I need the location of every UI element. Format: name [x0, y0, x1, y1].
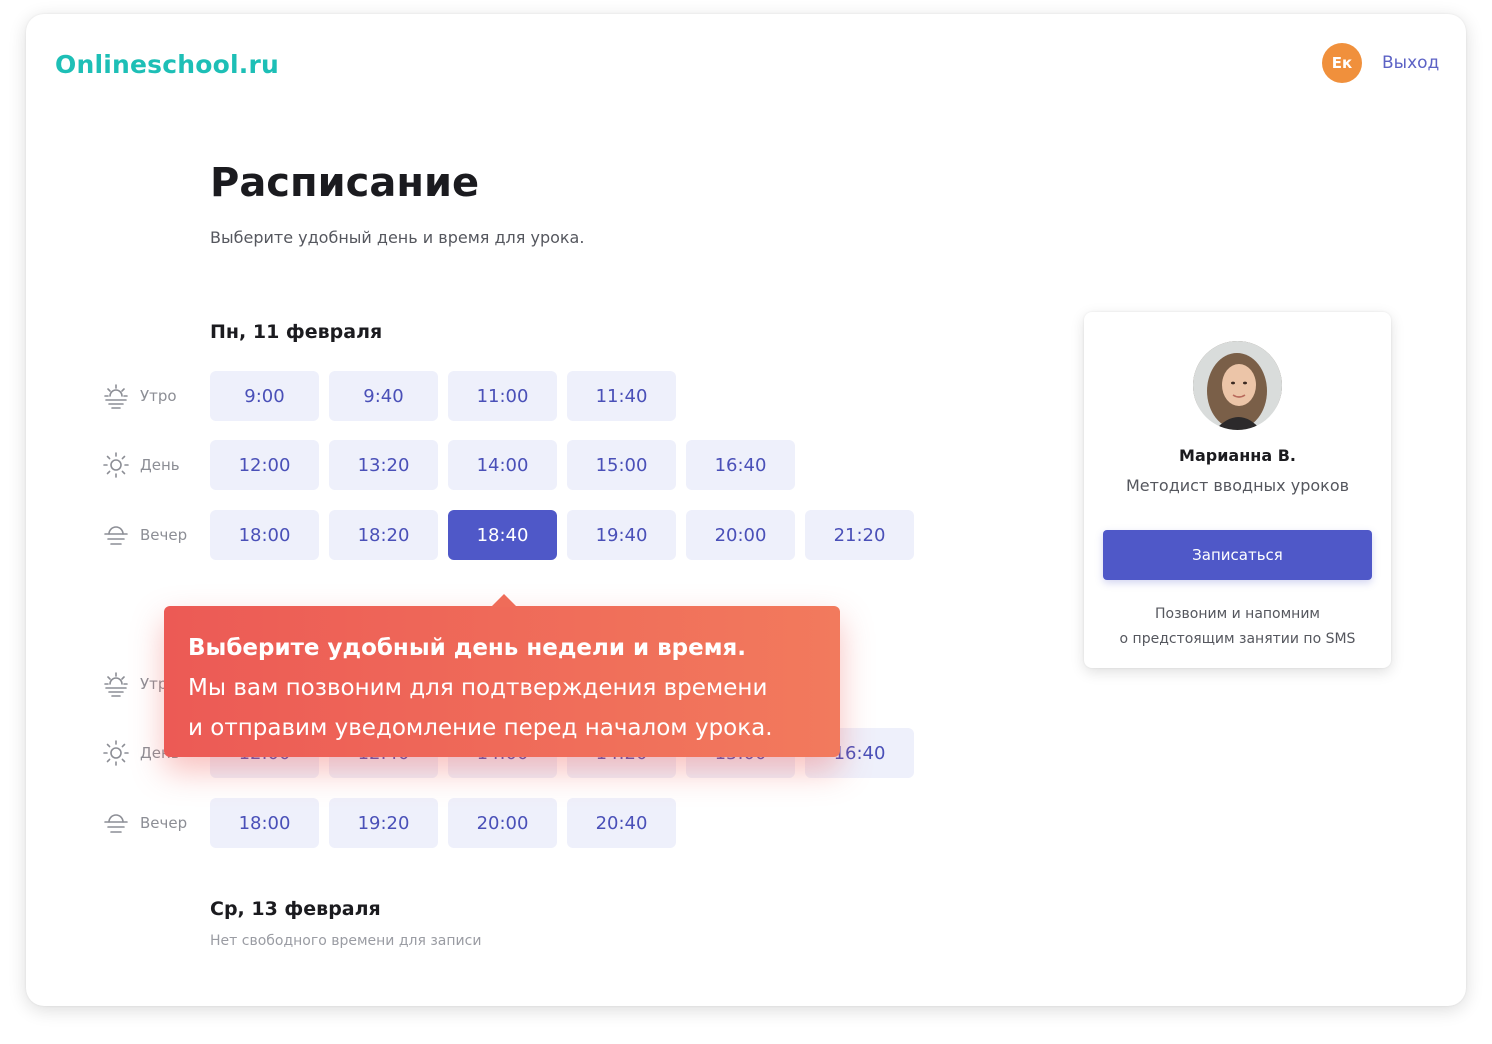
- period-label: Вечер: [140, 814, 188, 832]
- time-slot[interactable]: 12:00: [210, 440, 319, 490]
- period-label: День: [140, 456, 180, 474]
- period-label: Вечер: [140, 526, 188, 544]
- time-slot[interactable]: 18:00: [210, 798, 319, 848]
- logout-link[interactable]: Выход: [1382, 53, 1439, 73]
- time-slot[interactable]: 20:40: [567, 798, 676, 848]
- period-evening: Вечер: [100, 510, 187, 560]
- period-evening: Вечер: [100, 798, 187, 848]
- slot-row-evening-2: 18:00 19:20 20:00 20:40: [210, 798, 676, 848]
- book-button[interactable]: Записаться: [1103, 530, 1372, 580]
- teacher-photo: [1193, 341, 1282, 430]
- time-slot[interactable]: 13:20: [329, 440, 438, 490]
- time-slot[interactable]: 18:00: [210, 510, 319, 560]
- slot-row-morning-1: 9:00 9:40 11:00 11:40: [210, 371, 676, 421]
- time-slot[interactable]: 20:00: [686, 510, 795, 560]
- teacher-name: Марианна В.: [1179, 446, 1296, 465]
- time-slot[interactable]: 21:20: [805, 510, 914, 560]
- sunrise-icon: [100, 668, 132, 700]
- time-slot[interactable]: 14:00: [448, 440, 557, 490]
- sunrise-icon: [100, 380, 132, 412]
- teacher-role: Методист вводных уроков: [1125, 476, 1350, 495]
- tooltip-text: и отправим уведомление перед началом уро…: [188, 715, 773, 741]
- user-avatar[interactable]: Ек: [1322, 43, 1362, 83]
- sms-note: Позвоним и напомним о предстоящим заняти…: [1084, 602, 1391, 652]
- tooltip-heading: Выберите удобный день недели и время.: [188, 635, 747, 661]
- time-slot[interactable]: 19:20: [329, 798, 438, 848]
- tooltip-text: Мы вам позвоним для подтверждения времен…: [188, 675, 768, 701]
- slot-row-evening-1: 18:00 18:20 18:40 19:40 20:00 21:20: [210, 510, 914, 560]
- page-title: Расписание: [210, 160, 480, 206]
- time-slot[interactable]: 11:00: [448, 371, 557, 421]
- sunset-icon: [100, 519, 132, 551]
- teacher-card: Марианна В. Методист вводных уроков Запи…: [1084, 312, 1391, 668]
- sun-icon: [100, 737, 132, 769]
- day-title: Ср, 13 февраля: [210, 898, 381, 920]
- sms-note-line: Позвоним и напомним: [1155, 606, 1320, 622]
- logo[interactable]: Onlineschool.ru: [55, 50, 279, 79]
- time-slot[interactable]: 9:40: [329, 371, 438, 421]
- hint-tooltip: Выберите удобный день недели и время. Мы…: [164, 594, 840, 757]
- time-slot[interactable]: 16:40: [686, 440, 795, 490]
- no-slots-note: Нет свободного времени для записи: [210, 933, 482, 949]
- time-slot[interactable]: 11:40: [567, 371, 676, 421]
- sms-note-line: о предстоящим занятии по SMS: [1119, 631, 1356, 647]
- app-window: Onlineschool.ru Ек Выход Расписание Выбе…: [26, 14, 1466, 1006]
- page-subtitle: Выберите удобный день и время для урока.: [210, 228, 585, 247]
- time-slot[interactable]: 15:00: [567, 440, 676, 490]
- time-slot[interactable]: 9:00: [210, 371, 319, 421]
- time-slot[interactable]: 20:00: [448, 798, 557, 848]
- period-day: День: [100, 440, 180, 490]
- sunset-icon: [100, 807, 132, 839]
- period-morning: Утро: [100, 371, 177, 421]
- slot-row-day-1: 12:00 13:20 14:00 15:00 16:40: [210, 440, 795, 490]
- day-title: Пн, 11 февраля: [210, 321, 383, 343]
- time-slot[interactable]: 18:20: [329, 510, 438, 560]
- period-label: Утро: [140, 387, 177, 405]
- time-slot[interactable]: 19:40: [567, 510, 676, 560]
- sun-icon: [100, 449, 132, 481]
- time-slot-selected[interactable]: 18:40: [448, 510, 557, 560]
